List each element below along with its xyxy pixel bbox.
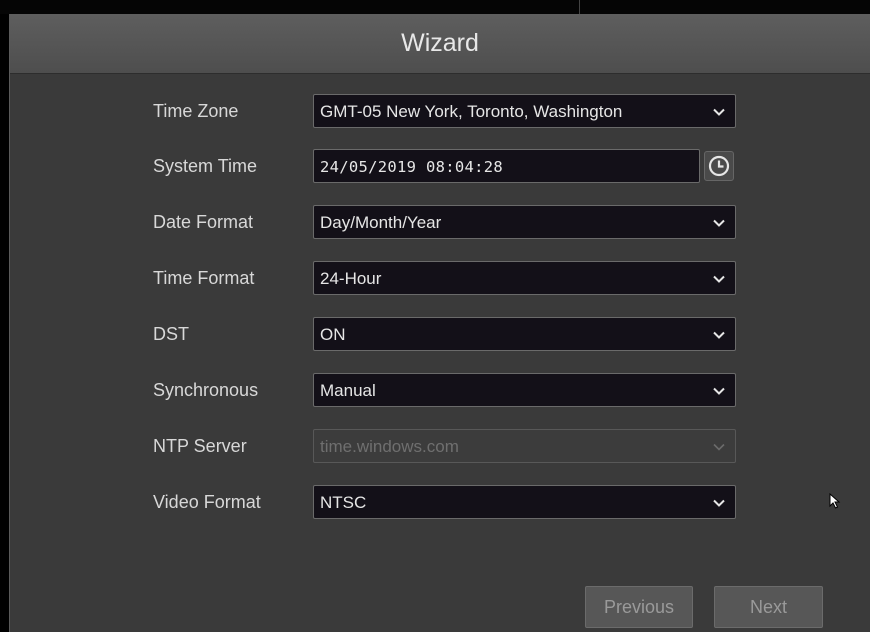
dst-value: ON [320, 325, 346, 344]
system-time-label: System Time [153, 156, 258, 176]
ntp-server-row: NTP Server time.windows.com [10, 429, 870, 463]
time-zone-value: GMT-05 New York, Toronto, Washington [320, 102, 623, 121]
window-title: Wizard [401, 29, 479, 57]
system-time-value: 24/05/2019 08:04:28 [320, 158, 504, 176]
top-strip [0, 0, 870, 14]
chevron-down-icon [713, 108, 725, 116]
dst-label: DST [153, 324, 189, 344]
synchronous-value: Manual [320, 381, 376, 400]
synchronous-label: Synchronous [153, 380, 259, 400]
date-format-row: Date Format Day/Month/Year [10, 205, 870, 239]
clock-icon [708, 155, 730, 177]
synchronous-row: Synchronous Manual [10, 373, 870, 407]
video-format-label: Video Format [153, 492, 261, 512]
ntp-server-value: time.windows.com [320, 437, 459, 456]
date-format-value: Day/Month/Year [320, 213, 442, 232]
next-button[interactable]: Next [714, 586, 823, 628]
synchronous-select[interactable]: Manual [313, 373, 736, 407]
time-zone-label: Time Zone [153, 101, 239, 121]
system-time-row: System Time 24/05/2019 08:04:28 [10, 149, 870, 183]
date-format-label: Date Format [153, 212, 254, 232]
date-format-select[interactable]: Day/Month/Year [313, 205, 736, 239]
video-format-select[interactable]: NTSC [313, 485, 736, 519]
time-format-label: Time Format [153, 268, 255, 288]
chevron-down-icon [713, 499, 725, 507]
chevron-down-icon [713, 387, 725, 395]
top-divider [579, 0, 580, 14]
chevron-down-icon [713, 331, 725, 339]
previous-button[interactable]: Previous [585, 586, 693, 628]
mouse-pointer-icon [829, 492, 841, 509]
dst-select[interactable]: ON [313, 317, 736, 351]
title-bar: Wizard [10, 14, 870, 74]
time-zone-row: Time Zone GMT-05 New York, Toronto, Wash… [10, 94, 870, 128]
clock-button[interactable] [704, 151, 734, 181]
chevron-down-icon [713, 275, 725, 283]
time-format-select[interactable]: 24-Hour [313, 261, 736, 295]
ntp-server-label: NTP Server [153, 436, 247, 456]
wizard-window: Wizard Time Zone GMT-05 New York, Toront… [9, 14, 870, 632]
system-time-field[interactable]: 24/05/2019 08:04:28 [313, 149, 700, 183]
video-format-row: Video Format NTSC [10, 485, 870, 519]
dst-row: DST ON [10, 317, 870, 351]
time-format-row: Time Format 24-Hour [10, 261, 870, 295]
chevron-down-icon [713, 219, 725, 227]
time-format-value: 24-Hour [320, 269, 382, 288]
ntp-server-select: time.windows.com [313, 429, 736, 463]
video-format-value: NTSC [320, 493, 367, 512]
chevron-down-icon [713, 443, 725, 451]
left-edge [0, 14, 9, 632]
time-zone-select[interactable]: GMT-05 New York, Toronto, Washington [313, 94, 736, 128]
